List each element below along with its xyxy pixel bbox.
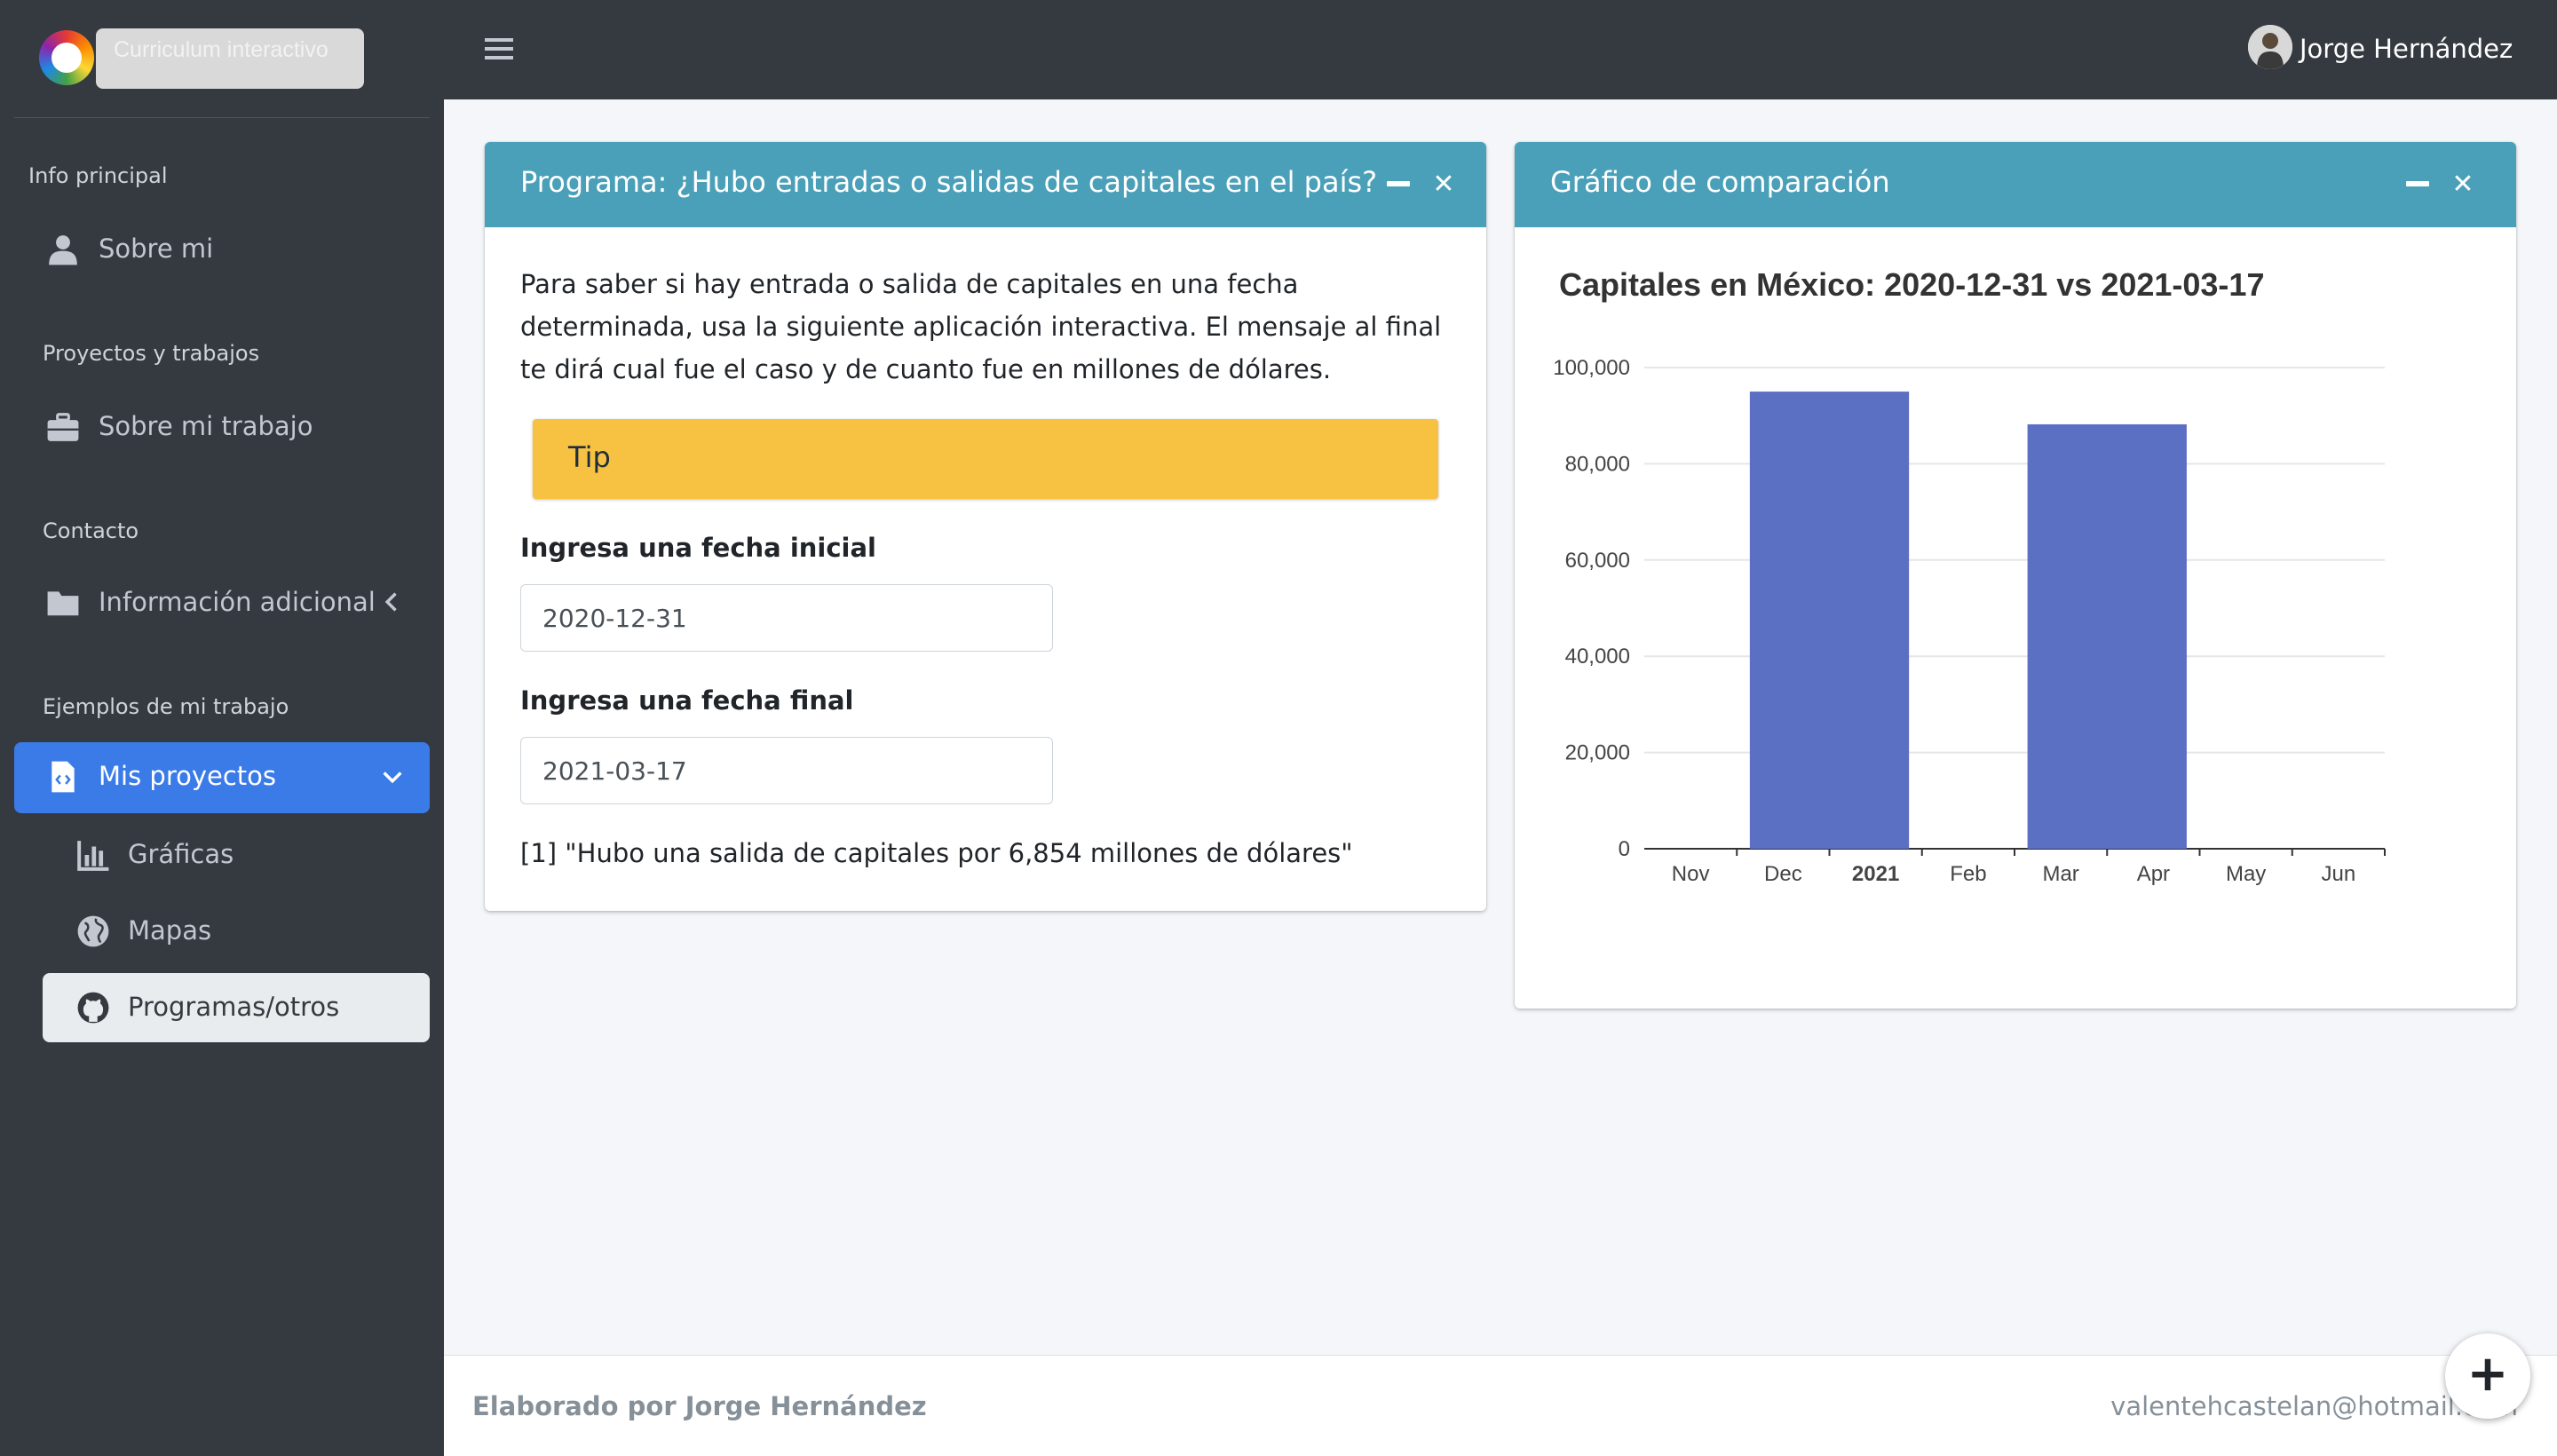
sidebar-subitem-label: Programas/otros (128, 992, 340, 1022)
sidebar-item-label: Sobre mi trabajo (99, 411, 313, 441)
sidebar-item-label: Información adicional (99, 587, 376, 617)
brand-logo-icon (39, 30, 94, 85)
nav-header-proyectos: Proyectos y trabajos (43, 341, 260, 366)
nav-header-info: Info principal (28, 163, 168, 188)
sidebar-subitem-programas-otros[interactable]: Programas/otros (43, 973, 430, 1042)
user-menu[interactable]: Jorge Hernández (2248, 21, 2514, 78)
nav-header-ejemplos: Ejemplos de mi trabajo (43, 694, 289, 719)
x-tick-label: May (2226, 862, 2266, 886)
sidebar-subitem-graficas[interactable]: Gráficas (43, 820, 430, 890)
avatar (2248, 25, 2292, 69)
end-date-input[interactable] (520, 737, 1053, 804)
sidebar: Curriculum interactivo Info principal So… (0, 0, 444, 1456)
top-navbar: Jorge Hernández (444, 0, 2557, 99)
program-description: Para saber si hay entrada o salida de ca… (520, 269, 1442, 384)
sidebar-item-informacion-adicional[interactable]: Información adicional (14, 568, 430, 637)
x-tick-label: Jun (2322, 862, 2356, 886)
start-date-label: Ingresa una fecha inicial (520, 533, 877, 563)
y-tick-label: 60,000 (1565, 549, 1630, 573)
briefcase-icon (47, 413, 79, 441)
file-code-icon (51, 761, 75, 793)
sidebar-subitem-label: Gráficas (128, 839, 234, 869)
sidebar-subitem-label: Mapas (128, 915, 212, 946)
x-tick-label: Mar (2042, 862, 2078, 886)
bar (2027, 423, 2187, 849)
bar (1749, 392, 1910, 850)
sidebar-item-mis-proyectos[interactable]: Mis proyectos (14, 742, 430, 813)
x-tick-label: Feb (1950, 862, 1986, 886)
sidebar-item-sobre-mi[interactable]: Sobre mi (14, 215, 430, 284)
user-name: Jorge Hernández (2300, 34, 2513, 64)
hamburger-menu-icon[interactable] (485, 36, 513, 62)
program-card-header: Programa: ¿Hubo entradas o salidas de ca… (485, 142, 1486, 227)
program-card: Programa: ¿Hubo entradas o salidas de ca… (485, 142, 1486, 911)
end-date-label: Ingresa una fecha final (520, 685, 854, 716)
footer: Elaborado por Jorge Hernández valentehca… (444, 1355, 2557, 1456)
chevron-down-icon (383, 772, 402, 784)
brand[interactable]: Curriculum interactivo (0, 0, 444, 117)
tip-callout[interactable]: Tip (533, 419, 1438, 499)
y-tick-label: 0 (1619, 837, 1630, 861)
minimize-icon[interactable] (1387, 181, 1410, 186)
program-card-title: Programa: ¿Hubo entradas o salidas de ca… (520, 165, 1378, 199)
result-message: [1] "Hubo una salida de capitales por 6,… (520, 838, 1353, 868)
tip-label: Tip (568, 440, 611, 474)
footer-credit: Elaborado por Jorge Hernández (472, 1391, 927, 1421)
y-tick-label: 80,000 (1565, 452, 1630, 476)
brand-text: Curriculum interactivo (96, 28, 364, 89)
x-tick-label: Nov (1672, 862, 1710, 886)
sidebar-subitem-mapas[interactable]: Mapas (43, 897, 430, 966)
sidebar-divider (14, 117, 430, 118)
sidebar-item-label: Mis proyectos (99, 761, 277, 791)
user-icon (49, 235, 77, 265)
x-tick-label: Dec (1764, 862, 1802, 886)
y-tick-label: 40,000 (1565, 645, 1630, 669)
add-button[interactable]: + (2445, 1333, 2530, 1419)
start-date-input[interactable] (520, 584, 1053, 652)
sidebar-item-label: Sobre mi (99, 233, 214, 264)
y-tick-label: 100,000 (1553, 356, 1630, 380)
x-tick-label: Apr (2137, 862, 2170, 886)
chart-card: Gráfico de comparación ✕ Capitales en Mé… (1515, 142, 2516, 1009)
x-tick-label: 2021 (1852, 862, 1899, 886)
chevron-left-icon (384, 592, 397, 612)
bar-chart: 0 20,000 40,000 60,000 80,000 100,000 Nov Dec 20… (1553, 356, 2386, 886)
sidebar-item-sobre-mi-trabajo[interactable]: Sobre mi trabajo (14, 392, 430, 462)
globe-icon (77, 915, 109, 947)
y-tick-label: 20,000 (1565, 741, 1630, 765)
github-icon (77, 992, 109, 1024)
nav-header-contacto: Contacto (43, 518, 139, 543)
close-icon[interactable]: ✕ (1428, 169, 1460, 201)
bar-chart-icon (77, 841, 109, 871)
folder-icon (47, 591, 79, 616)
